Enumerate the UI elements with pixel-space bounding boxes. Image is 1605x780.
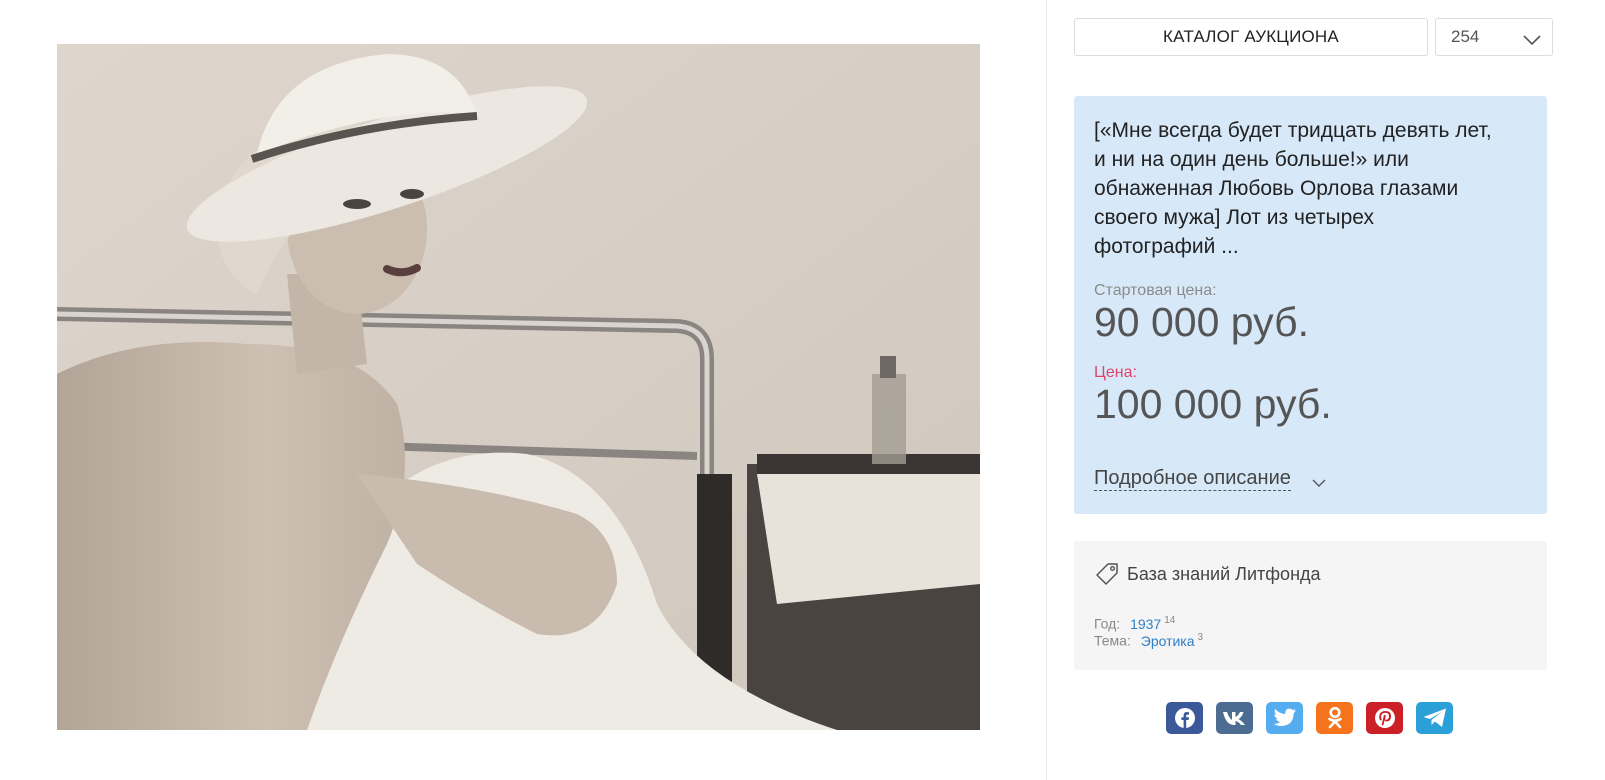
meta-theme: Тема: Эротика 3 bbox=[1094, 632, 1203, 649]
lot-photo[interactable] bbox=[57, 44, 980, 730]
theme-label: Тема: bbox=[1094, 632, 1131, 649]
start-price-label: Стартовая цена: bbox=[1094, 282, 1217, 299]
year-link[interactable]: 1937 bbox=[1130, 616, 1161, 632]
vk-icon bbox=[1222, 712, 1245, 725]
current-price: 100 000 руб. bbox=[1094, 381, 1332, 427]
share-buttons bbox=[1166, 702, 1453, 734]
theme-link[interactable]: Эротика bbox=[1141, 633, 1195, 649]
price-label: Цена: bbox=[1094, 364, 1137, 381]
share-telegram-button[interactable] bbox=[1416, 702, 1453, 734]
share-odnoklassniki-button[interactable] bbox=[1316, 702, 1353, 734]
share-twitter-button[interactable] bbox=[1266, 702, 1303, 734]
facebook-icon bbox=[1174, 708, 1195, 728]
lot-title: [«Мне всегда будет тридцать девять лет, … bbox=[1094, 116, 1514, 261]
column-divider bbox=[1046, 0, 1047, 780]
share-facebook-button[interactable] bbox=[1166, 702, 1203, 734]
lot-title-line: обнаженная Любовь Орлова глазами bbox=[1094, 177, 1459, 200]
lot-title-line: своего мужа] Лот из четырех bbox=[1094, 206, 1374, 229]
year-label: Год: bbox=[1094, 615, 1121, 632]
theme-count: 3 bbox=[1197, 632, 1204, 643]
twitter-icon bbox=[1273, 708, 1296, 726]
tag-icon bbox=[1094, 561, 1120, 587]
chevron-down-icon bbox=[1522, 31, 1542, 51]
pinterest-icon bbox=[1374, 708, 1395, 728]
auction-catalog-button[interactable]: КАТАЛОГ АУКЦИОНА bbox=[1074, 18, 1428, 56]
year-count: 14 bbox=[1164, 615, 1176, 626]
lot-number-value: 254 bbox=[1451, 27, 1480, 46]
knowledge-base-link[interactable]: База знаний Литфонда bbox=[1094, 561, 1321, 587]
knowledge-base-card: База знаний Литфонда Год: 1937 14 Тема: Э… bbox=[1074, 541, 1547, 670]
share-pinterest-button[interactable] bbox=[1366, 702, 1403, 734]
lot-number-select[interactable]: 254 bbox=[1435, 18, 1553, 56]
start-price: 90 000 руб. bbox=[1094, 299, 1309, 345]
share-vk-button[interactable] bbox=[1216, 702, 1253, 734]
lot-title-line: [«Мне всегда будет тридцать девять лет, bbox=[1094, 119, 1492, 142]
lot-photo-image bbox=[57, 44, 980, 730]
lot-title-line: и ни на один день больше!» или bbox=[1094, 148, 1409, 171]
lot-title-line: фотографий ... bbox=[1094, 235, 1239, 258]
meta-year: Год: 1937 14 bbox=[1094, 615, 1175, 632]
odnoklassniki-icon bbox=[1327, 706, 1342, 729]
knowledge-base-label: База знаний Литфонда bbox=[1127, 563, 1321, 584]
telegram-icon bbox=[1423, 708, 1446, 727]
detailed-description-link[interactable]: Подробное описание bbox=[1094, 466, 1291, 491]
chevron-down-icon[interactable] bbox=[1312, 475, 1326, 493]
lot-info-card: [«Мне всегда будет тридцать девять лет, … bbox=[1074, 96, 1547, 514]
